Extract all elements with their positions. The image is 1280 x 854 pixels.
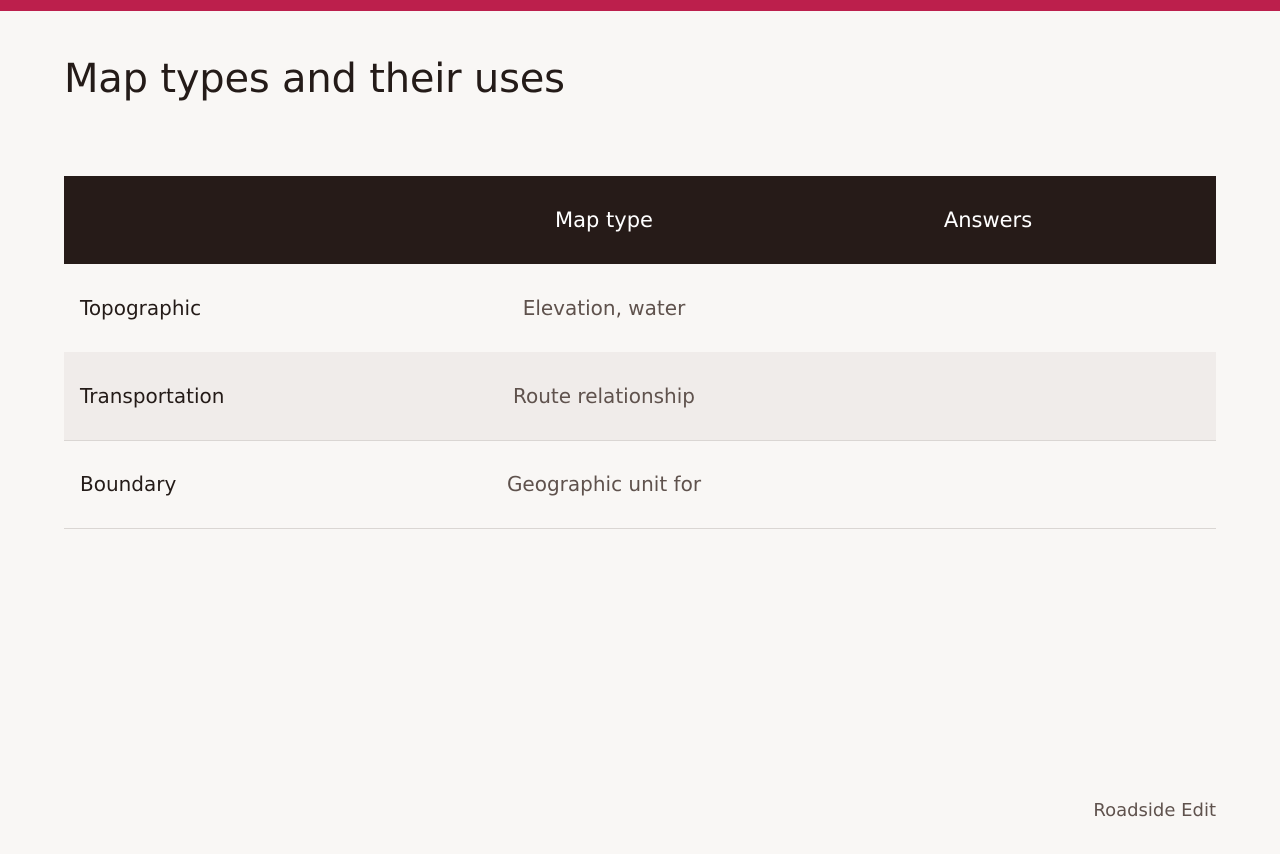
row-name-cell: Boundary bbox=[80, 472, 177, 496]
map-types-table: Map type Answers Topographic Elevation, … bbox=[64, 176, 1216, 529]
row-answer-cell bbox=[760, 352, 1216, 440]
table-row: Topographic Elevation, water bbox=[64, 264, 1216, 352]
column-header-answers: Answers bbox=[943, 208, 1033, 232]
column-header-map-type: Map type bbox=[555, 208, 653, 232]
table-body: Topographic Elevation, water Transportat… bbox=[64, 264, 1216, 528]
row-use-cell: Route relationship bbox=[513, 383, 695, 408]
table-header-row: Map type Answers bbox=[64, 176, 1216, 264]
row-use-cell: Elevation, water bbox=[522, 296, 686, 320]
row-answer-cell bbox=[760, 264, 1216, 352]
row-answer-cell bbox=[760, 440, 1216, 528]
column-header-blank bbox=[64, 176, 448, 264]
table-row: Boundary Geographic unit for bbox=[64, 440, 1216, 528]
row-name-cell: Topographic bbox=[80, 296, 202, 320]
top-accent-bar bbox=[0, 0, 1280, 11]
table-row: Transportation Route relationship bbox=[64, 352, 1216, 440]
footer-brand: Roadside Edit bbox=[1093, 800, 1216, 821]
row-use-cell: Geographic unit for bbox=[506, 472, 702, 496]
table-header: Map type Answers bbox=[64, 176, 1216, 264]
page-title: Map types and their uses bbox=[64, 56, 565, 102]
row-name-cell: Transportation bbox=[80, 383, 225, 408]
